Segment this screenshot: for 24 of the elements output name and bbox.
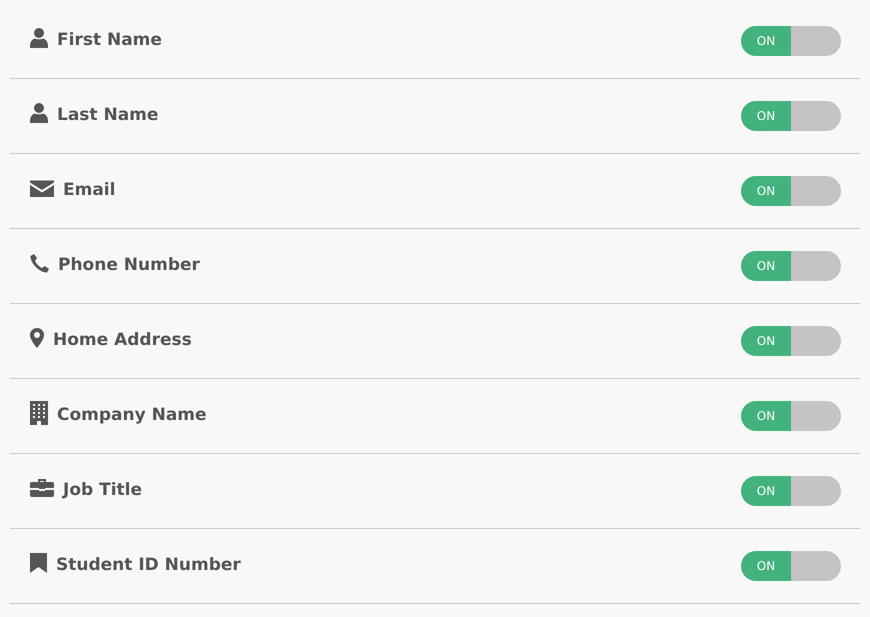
field-label: Student ID Number [56,554,241,578]
envelope-icon [30,179,54,197]
toggle-switch[interactable]: ON [741,26,841,56]
field-label: Last Name [57,104,158,128]
field-label: Email [63,179,116,202]
field-label: First Name [57,29,162,52]
briefcase-icon [30,479,54,497]
map-pin-icon [30,328,44,348]
toggle-switch[interactable]: ON [741,326,841,356]
toggle-switch[interactable]: ON [741,551,841,581]
field-label: Company Name [57,404,207,428]
toggle-switch[interactable]: ON [741,176,841,206]
person-icon [30,28,48,48]
person-icon [30,103,48,123]
toggle-switch[interactable]: ON [741,476,841,506]
toggle-switch[interactable]: ON [741,101,841,131]
building-icon [30,401,48,425]
phone-icon [30,254,49,272]
field-label: Job Title [63,479,142,502]
toggle-switch[interactable]: ON [741,401,841,431]
field-label: Home Address [53,329,192,352]
field-label: Phone Number [58,254,200,278]
bookmark-icon [30,553,47,573]
toggle-switch[interactable]: ON [741,251,841,281]
